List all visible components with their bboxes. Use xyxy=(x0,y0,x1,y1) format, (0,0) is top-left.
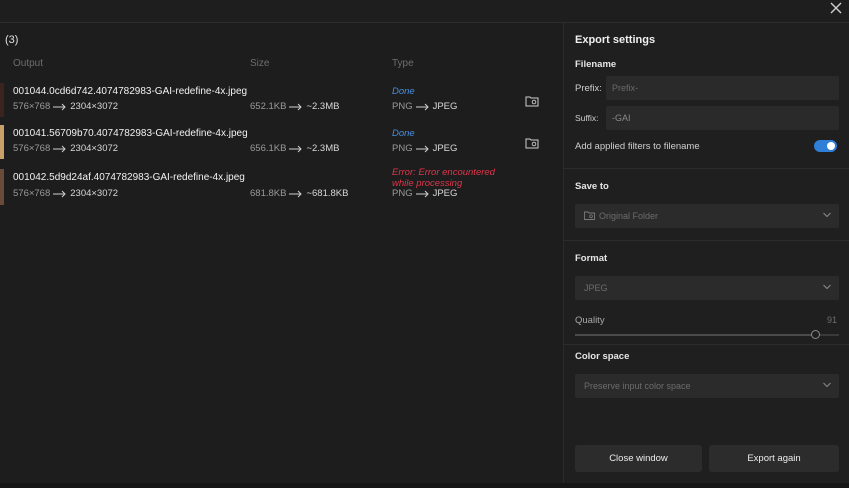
panel-title: Export settings xyxy=(575,34,656,46)
suffix-label: Suffix: xyxy=(575,113,599,123)
dimensions: 576×768 2304×3072 xyxy=(13,188,118,199)
status-label: Done xyxy=(392,86,415,97)
file-type: PNG JPEG xyxy=(392,143,457,154)
color-space-dropdown[interactable]: Preserve input color space xyxy=(575,374,839,398)
table-row[interactable]: 001044.0cd6d742.4074782983-GAI-redefine-… xyxy=(0,81,563,121)
output-filename: 001044.0cd6d742.4074782983-GAI-redefine-… xyxy=(13,86,248,97)
output-list-panel: (3) Output Size Type 001044.0cd6d742.407… xyxy=(0,23,563,483)
type-from: PNG xyxy=(392,188,413,199)
dimensions-from: 576×768 xyxy=(13,143,51,154)
size-to: ~2.3MB xyxy=(306,143,340,154)
suffix-input[interactable] xyxy=(606,106,839,130)
arrow-right-icon xyxy=(53,145,66,152)
quality-slider[interactable] xyxy=(575,330,839,339)
arrow-right-icon xyxy=(53,103,66,110)
column-header-output: Output xyxy=(13,58,44,69)
color-space-section-title: Color space xyxy=(575,351,630,362)
thumbnail xyxy=(0,83,4,117)
prefix-label: Prefix: xyxy=(575,83,602,94)
divider xyxy=(564,240,849,241)
close-icon[interactable] xyxy=(829,1,843,15)
status-label: Done xyxy=(392,128,415,139)
filename-section-title: Filename xyxy=(575,59,617,70)
error-message: Error: Error encountered while processin… xyxy=(392,167,495,189)
file-size: 656.1KB ~2.3MB xyxy=(250,143,339,154)
format-dropdown[interactable]: JPEG xyxy=(575,276,839,300)
file-size: 652.1KB ~2.3MB xyxy=(250,101,339,112)
type-to: JPEG xyxy=(432,101,458,112)
column-header-size: Size xyxy=(250,58,270,69)
file-size: 681.8KB ~681.8KB xyxy=(250,188,348,199)
type-from: PNG xyxy=(392,143,413,154)
format-section-title: Format xyxy=(575,253,608,264)
chevron-down-icon xyxy=(823,284,831,290)
dimensions-to: 2304×3072 xyxy=(70,188,119,199)
slider-fill xyxy=(575,334,816,336)
format-value: JPEG xyxy=(584,283,608,293)
slider-thumb[interactable] xyxy=(811,330,821,339)
toggle-knob xyxy=(827,142,835,150)
size-from: 681.8KB xyxy=(250,188,287,199)
size-to: ~2.3MB xyxy=(306,101,340,112)
title-bar xyxy=(0,0,849,23)
prefix-input[interactable] xyxy=(606,76,839,100)
chevron-down-icon xyxy=(823,212,831,218)
dimensions-from: 576×768 xyxy=(13,188,51,199)
save-to-value: Original Folder xyxy=(599,211,659,221)
dimensions-from: 576×768 xyxy=(13,101,51,112)
arrow-right-icon xyxy=(415,103,429,110)
export-settings-panel: Export settings Filename Prefix: Suffix:… xyxy=(563,23,849,483)
type-to: JPEG xyxy=(432,143,458,154)
open-folder-icon[interactable] xyxy=(525,95,539,107)
arrow-right-icon xyxy=(289,190,303,197)
thumbnail xyxy=(0,125,4,159)
save-to-section-title: Save to xyxy=(575,181,609,192)
size-to: ~681.8KB xyxy=(306,188,349,199)
output-filename: 001041.56709b70.4074782983-GAI-redefine-… xyxy=(13,128,248,139)
export-again-button[interactable]: Export again xyxy=(709,445,839,472)
dimensions: 576×768 2304×3072 xyxy=(13,101,118,112)
filters-label: Add applied filters to filename xyxy=(575,141,700,152)
column-header-type: Type xyxy=(392,58,414,69)
file-type: PNG JPEG xyxy=(392,101,457,112)
close-window-button[interactable]: Close window xyxy=(575,445,702,472)
arrow-right-icon xyxy=(289,103,303,110)
color-space-value: Preserve input color space xyxy=(584,381,691,391)
divider xyxy=(564,344,849,345)
table-row[interactable]: 001041.56709b70.4074782983-GAI-redefine-… xyxy=(0,123,563,163)
output-filename: 001042.5d9d24af.4074782983-GAI-redefine-… xyxy=(13,172,245,183)
bottom-border xyxy=(0,483,849,488)
filters-toggle[interactable] xyxy=(814,140,837,152)
thumbnail xyxy=(0,169,4,205)
chevron-down-icon xyxy=(823,382,831,388)
table-row[interactable]: 001042.5d9d24af.4074782983-GAI-redefine-… xyxy=(0,167,563,209)
type-from: PNG xyxy=(392,101,413,112)
arrow-right-icon xyxy=(415,145,429,152)
quality-value: 91 xyxy=(826,315,837,325)
dimensions-to: 2304×3072 xyxy=(70,101,119,112)
dimensions-to: 2304×3072 xyxy=(70,143,119,154)
file-type: PNG JPEG xyxy=(392,188,457,199)
arrow-right-icon xyxy=(53,190,66,197)
open-folder-icon[interactable] xyxy=(525,137,539,149)
save-to-dropdown[interactable]: Original Folder xyxy=(575,204,839,228)
size-from: 656.1KB xyxy=(250,143,287,154)
type-to: JPEG xyxy=(432,188,458,199)
dimensions: 576×768 2304×3072 xyxy=(13,143,118,154)
arrow-right-icon xyxy=(415,190,429,197)
divider xyxy=(564,168,849,169)
arrow-right-icon xyxy=(289,145,303,152)
size-from: 652.1KB xyxy=(250,101,287,112)
folder-icon xyxy=(584,211,595,220)
quality-label: Quality xyxy=(575,315,605,326)
file-count: (3) xyxy=(5,34,19,46)
